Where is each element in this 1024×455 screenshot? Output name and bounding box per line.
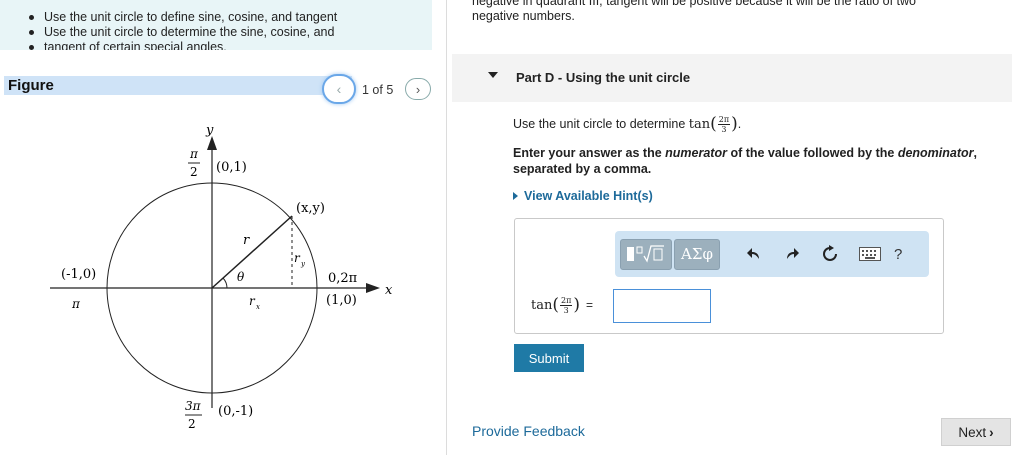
equals-sign: = bbox=[586, 298, 594, 312]
symbols-button[interactable]: ΑΣφ bbox=[674, 238, 720, 270]
answer-fraction: 2π 3 bbox=[560, 295, 573, 315]
redo-icon[interactable] bbox=[780, 242, 804, 266]
objective-item: Use the unit circle to define sine, cosi… bbox=[29, 10, 432, 25]
right-point-label: (1,0) bbox=[326, 293, 357, 308]
figure-counter: 1 of 5 bbox=[362, 83, 394, 97]
top-angle-den: 2 bbox=[190, 165, 198, 179]
answer-input[interactable] bbox=[613, 289, 711, 323]
math-toolbar: ΑΣφ ? bbox=[615, 231, 929, 277]
chevron-right-icon: › bbox=[415, 81, 421, 97]
answer-label: tan ( 2π 3 ) = bbox=[531, 295, 593, 315]
question-suffix: . bbox=[737, 117, 742, 131]
collapse-triangle-icon[interactable] bbox=[488, 72, 498, 78]
page: Use the unit circle to define sine, cosi… bbox=[0, 0, 1024, 455]
undo-icon[interactable] bbox=[742, 242, 766, 266]
reset-icon[interactable] bbox=[818, 242, 842, 266]
rx-subscript: x bbox=[256, 303, 260, 311]
left-point-label: (-1,0) bbox=[61, 267, 96, 282]
previous-answer-line: negative in quadrant III, tangent will b… bbox=[472, 0, 917, 8]
submit-button[interactable]: Submit bbox=[514, 344, 584, 372]
instruct-text: separated by a comma. bbox=[513, 162, 652, 176]
ry-label: r bbox=[294, 251, 301, 265]
templates-button[interactable] bbox=[620, 238, 672, 270]
templates-icon bbox=[627, 245, 664, 263]
instruct-text: , bbox=[973, 146, 978, 160]
theta-arc bbox=[222, 277, 228, 289]
previous-answer-line: negative numbers. bbox=[472, 9, 575, 23]
objective-item: tangent of certain special angles. bbox=[29, 40, 432, 50]
y-axis-label: y bbox=[205, 123, 214, 138]
keyboard-icon[interactable] bbox=[858, 242, 882, 266]
y-axis-arrow bbox=[207, 136, 217, 150]
question-fraction: 2π 3 bbox=[717, 114, 731, 134]
chevron-left-icon: ‹ bbox=[336, 81, 342, 97]
answer-instructions: Enter your answer as the numerator of th… bbox=[513, 145, 1013, 177]
figure-next-button[interactable]: › bbox=[405, 78, 431, 100]
next-button[interactable]: Next › bbox=[941, 418, 1011, 446]
figure-label: Figure bbox=[8, 77, 54, 94]
circle-point-label: (x,y) bbox=[296, 201, 325, 216]
x-axis-label: x bbox=[385, 283, 393, 298]
question-func: tan bbox=[688, 116, 711, 132]
bottom-point-label: (0,-1) bbox=[218, 404, 253, 419]
close-paren: ) bbox=[573, 295, 580, 315]
bottom-angle-den: 2 bbox=[188, 417, 196, 431]
question-prefix: Use the unit circle to determine bbox=[513, 117, 686, 131]
ry-subscript: y bbox=[300, 260, 306, 268]
unit-circle-diagram: y x π 2 (0,1) (x,y) r θ r x r y (-1,0) π… bbox=[50, 123, 393, 431]
learning-objectives: Use the unit circle to define sine, cosi… bbox=[0, 0, 432, 50]
top-point-label: (0,1) bbox=[216, 160, 247, 175]
expand-triangle-icon bbox=[513, 192, 518, 200]
left-angle-label: π bbox=[71, 297, 81, 311]
radius-line bbox=[211, 215, 293, 289]
fraction-numerator: 2π bbox=[560, 295, 573, 306]
radius-label: r bbox=[243, 233, 250, 248]
left-column: Use the unit circle to define sine, cosi… bbox=[0, 0, 446, 455]
figure-prev-button[interactable]: ‹ bbox=[322, 74, 356, 104]
answer-func: tan bbox=[531, 297, 553, 313]
question-text: Use the unit circle to determine tan ( 2… bbox=[513, 114, 741, 134]
column-divider bbox=[446, 0, 447, 455]
open-paren: ( bbox=[710, 114, 717, 134]
open-paren: ( bbox=[552, 295, 559, 315]
hints-label: View Available Hint(s) bbox=[524, 189, 653, 203]
provide-feedback-link[interactable]: Provide Feedback bbox=[472, 423, 585, 439]
previous-answer-text: negative in quadrant III, tangent will b… bbox=[472, 0, 916, 24]
chevron-right-icon: › bbox=[989, 424, 994, 440]
right-angle-label: 0,2π bbox=[328, 271, 358, 286]
theta-label: θ bbox=[237, 270, 245, 284]
objective-item: Use the unit circle to determine the sin… bbox=[29, 25, 432, 40]
instruct-emphasis: denominator bbox=[897, 146, 974, 160]
fraction-denominator: 3 bbox=[721, 124, 727, 134]
figure-header-bar: Figure bbox=[4, 76, 352, 95]
next-label: Next bbox=[958, 424, 987, 440]
view-hints-link[interactable]: View Available Hint(s) bbox=[513, 189, 653, 203]
instruct-emphasis: numerator bbox=[665, 146, 727, 160]
answer-box: ΑΣφ ? tan ( 2π 3) = bbox=[514, 218, 944, 334]
unit-circle-figure: y x π 2 (0,1) (x,y) r θ r x r y (-1,0) π… bbox=[30, 118, 410, 448]
instruct-text: of the value followed by the bbox=[726, 146, 898, 160]
fraction-denominator: 3 bbox=[563, 305, 569, 315]
fraction-numerator: 2π bbox=[717, 114, 731, 125]
bottom-angle-num: 3π bbox=[185, 399, 202, 413]
part-title: Part D - Using the unit circle bbox=[516, 70, 691, 85]
top-angle-num: π bbox=[189, 147, 199, 161]
help-button[interactable]: ? bbox=[894, 246, 902, 263]
right-column: negative in quadrant III, tangent will b… bbox=[452, 0, 1024, 455]
rx-label: r bbox=[249, 294, 256, 308]
x-axis-arrow bbox=[366, 283, 380, 293]
instruct-text: Enter your answer as the bbox=[513, 146, 666, 160]
close-paren: ) bbox=[731, 114, 738, 134]
